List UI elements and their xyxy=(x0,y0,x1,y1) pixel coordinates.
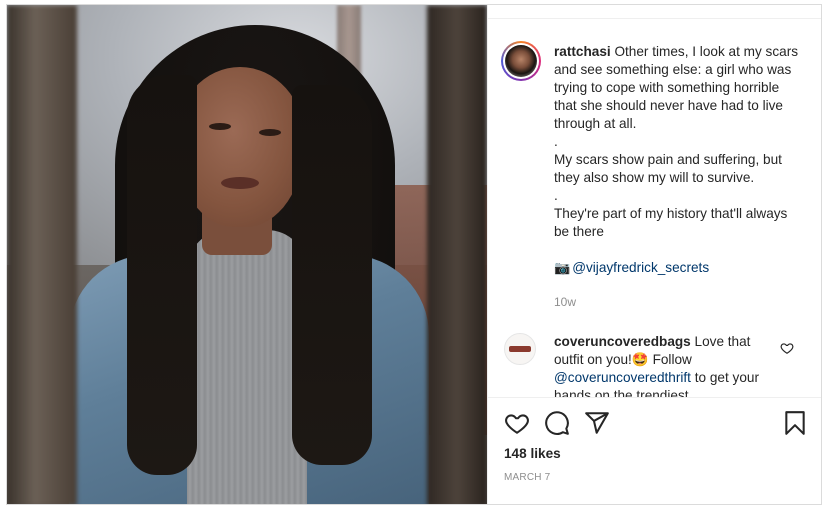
photo-lips xyxy=(221,177,259,189)
likes-count[interactable]: 148 likes xyxy=(504,446,561,461)
share-icon[interactable] xyxy=(584,410,610,436)
commenter-avatar[interactable] xyxy=(504,333,536,365)
camera-icon: 📷 xyxy=(554,260,571,275)
comment-icon[interactable] xyxy=(544,410,570,436)
commenter-username[interactable]: coveruncoveredbags xyxy=(554,334,691,349)
photo-eye-right xyxy=(259,129,281,136)
avatar-ring-inner xyxy=(503,43,539,79)
post-container: rattchasi Other times, I look at my scar… xyxy=(6,4,822,505)
credit-mention-link[interactable]: @vijayfredrick_secrets xyxy=(572,260,709,275)
caption-text-1: . xyxy=(554,134,558,149)
bookmark-icon[interactable] xyxy=(782,410,808,436)
caption-text-4: They're part of my history that'll alway… xyxy=(554,206,788,239)
post-date[interactable]: MARCH 7 xyxy=(504,472,550,483)
photo-hair-left xyxy=(127,75,197,475)
comment-body-2: Follow xyxy=(652,352,692,367)
comment-like-heart-icon[interactable] xyxy=(780,341,794,355)
pane-header xyxy=(488,5,821,19)
commenter-logo-icon xyxy=(509,346,531,352)
photo-hair-right xyxy=(292,85,372,465)
photo-credit: 📷 @vijayfredrick_secrets xyxy=(554,259,804,277)
comment-text: coveruncoveredbags Love that outfit on y… xyxy=(554,333,769,397)
heart-icon[interactable] xyxy=(504,410,530,436)
post-photo[interactable] xyxy=(7,5,487,504)
photo-foreground-pole-right xyxy=(427,5,487,504)
avatar-image xyxy=(505,45,537,77)
star-struck-emoji: 🤩 xyxy=(631,352,649,367)
comment-mention-link[interactable]: @coveruncoveredthrift xyxy=(554,370,691,385)
post-caption: rattchasi Other times, I look at my scar… xyxy=(554,43,804,277)
caption-text-2: My scars show pain and suffering, but th… xyxy=(554,152,782,185)
post-actions: 148 likes MARCH 7 xyxy=(488,397,821,504)
caption-first-line: rattchasi Other times, I look at my scar… xyxy=(554,43,804,133)
post-details-pane: rattchasi Other times, I look at my scar… xyxy=(487,5,821,504)
author-username[interactable]: rattchasi xyxy=(554,44,611,59)
photo-eye-left xyxy=(209,123,231,130)
photo-foreground-pole-left xyxy=(7,5,77,504)
post-time-ago[interactable]: 10w xyxy=(554,295,576,309)
photo-sweater xyxy=(187,230,307,504)
caption-text-3: . xyxy=(554,188,558,203)
comments-scroll-area[interactable]: rattchasi Other times, I look at my scar… xyxy=(488,19,821,397)
author-avatar[interactable] xyxy=(501,41,541,81)
